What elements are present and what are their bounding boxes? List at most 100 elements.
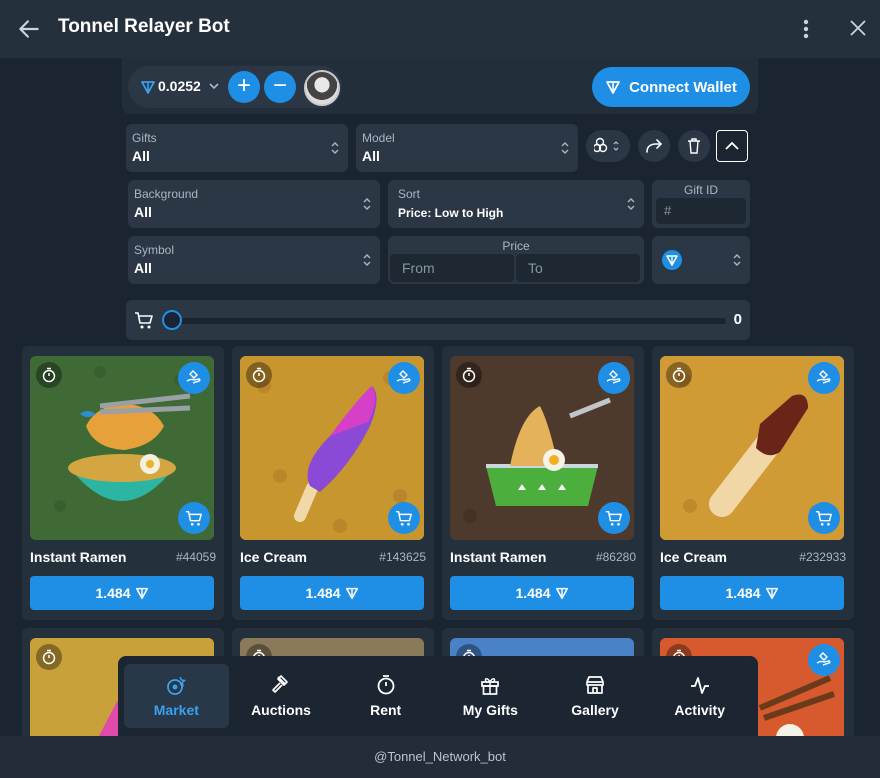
trash-icon [688,138,700,154]
ton-icon [135,587,148,600]
updown-chevron-icon [561,142,569,154]
add-to-cart-button[interactable] [388,502,420,534]
nav-market[interactable]: Market [124,664,229,728]
cart-count: 0 [733,311,742,328]
ton-icon [141,81,155,94]
withdraw-button[interactable]: − [264,71,296,103]
nav-label: Activity [674,702,725,718]
sort-label: Sort [398,187,421,201]
rent-hand-icon [186,370,201,384]
nav-my-gifts[interactable]: My Gifts [438,664,543,728]
gift-price: 1.484 [515,585,551,601]
gift-name: Ice Cream [660,549,727,565]
wallet-bar: 0.0252 + − Connect Wallet [122,58,758,114]
clear-filters-button[interactable] [678,130,710,162]
back-arrow-icon[interactable] [16,16,42,42]
window-title: Tonnel Relayer Bot [58,16,230,37]
rent-gift-button[interactable] [598,362,630,394]
share-button[interactable] [638,130,670,162]
add-to-cart-button[interactable] [178,502,210,534]
nav-label: Market [153,702,199,718]
stopwatch-icon [672,367,686,383]
timer-badge [456,362,482,388]
add-to-cart-button[interactable] [598,502,630,534]
chevron-up-icon [725,141,739,150]
sort-select[interactable]: Sort Price: Low to High [388,180,644,228]
deposit-button[interactable]: + [228,71,260,103]
nav-auctions[interactable]: Auctions [229,664,334,728]
gift-number: #86280 [595,550,636,564]
buy-button[interactable]: 1.484 [450,576,634,610]
background-filter-value: All [134,204,152,220]
more-vertical-icon[interactable] [796,16,816,42]
symbol-filter-label: Symbol [134,243,175,257]
gifts-filter-label: Gifts [132,131,157,145]
gift-id-label: Gift ID [683,183,718,197]
rent-gift-button[interactable] [388,362,420,394]
rent-hand-icon [606,370,621,384]
buy-button[interactable]: 1.484 [660,576,844,610]
gift-card[interactable]: Ice Cream #143625 1.484 [232,346,434,620]
grid-hex-icon [594,137,619,153]
cart-slider-thumb[interactable] [162,310,182,330]
nav-activity[interactable]: Activity [647,664,752,728]
rent-gift-button[interactable] [808,362,840,394]
gift-number: #44059 [175,550,216,564]
close-icon[interactable] [846,16,870,40]
avatar[interactable] [304,70,340,106]
nav-gallery[interactable]: Gallery [543,664,648,728]
market-icon [167,676,187,695]
app-content: 0.0252 + − Connect Wallet Gifts All Mode… [0,58,880,736]
gifts-filter[interactable]: Gifts All [126,124,348,172]
model-filter[interactable]: Model All [356,124,578,172]
collapse-filters-button[interactable] [716,130,748,162]
rent-gift-button[interactable] [178,362,210,394]
cart-icon [815,510,832,526]
view-mode-button[interactable] [586,130,630,162]
gift-id-input[interactable]: # [656,198,746,224]
gift-name: Instant Ramen [30,549,127,565]
ton-icon [555,587,568,600]
sort-value: Price: Low to High [398,206,504,220]
share-arrow-icon [646,139,663,153]
connect-wallet-label: Connect Wallet [629,78,737,96]
nav-rent[interactable]: Rent [333,664,438,728]
bottom-nav: Market Auctions Rent My Gifts Gallery Ac… [118,656,758,736]
stopwatch-icon [42,367,56,383]
buy-button[interactable]: 1.484 [240,576,424,610]
ton-icon [662,250,682,270]
bot-footer: @Tonnel_Network_bot [0,736,880,778]
timer-badge [666,362,692,388]
store-icon [586,676,604,694]
connect-wallet-button[interactable]: Connect Wallet [592,67,750,107]
rent-hand-icon [396,370,411,384]
gift-card[interactable]: Instant Ramen #44059 1.484 [22,346,224,620]
price-from-input[interactable]: From [390,254,514,282]
cart-slider-track[interactable] [172,318,726,324]
gift-card[interactable]: Instant Ramen #86280 1.484 [442,346,644,620]
background-filter[interactable]: Background All [128,180,380,228]
price-filter: Price From To [388,236,644,284]
nav-label: Auctions [251,702,311,718]
title-bar: Tonnel Relayer Bot [0,0,880,58]
updown-chevron-icon [363,198,371,210]
updown-chevron-icon [331,142,339,154]
rent-gift-button[interactable] [808,644,840,676]
model-filter-value: All [362,148,380,164]
gift-price: 1.484 [725,585,761,601]
timer-badge [246,362,272,388]
cart-icon [605,510,622,526]
ton-icon [765,587,778,600]
balance-amount: 0.0252 [158,78,201,94]
buy-button[interactable]: 1.484 [30,576,214,610]
cart-icon [135,312,153,329]
price-to-input[interactable]: To [516,254,640,282]
add-to-cart-button[interactable] [808,502,840,534]
gift-card[interactable]: Ice Cream #232933 1.484 [652,346,854,620]
currency-select[interactable] [652,236,750,284]
symbol-filter-value: All [134,260,152,276]
activity-icon [690,677,709,694]
symbol-filter[interactable]: Symbol All [128,236,380,284]
updown-chevron-icon [627,198,635,210]
cart-icon [395,510,412,526]
